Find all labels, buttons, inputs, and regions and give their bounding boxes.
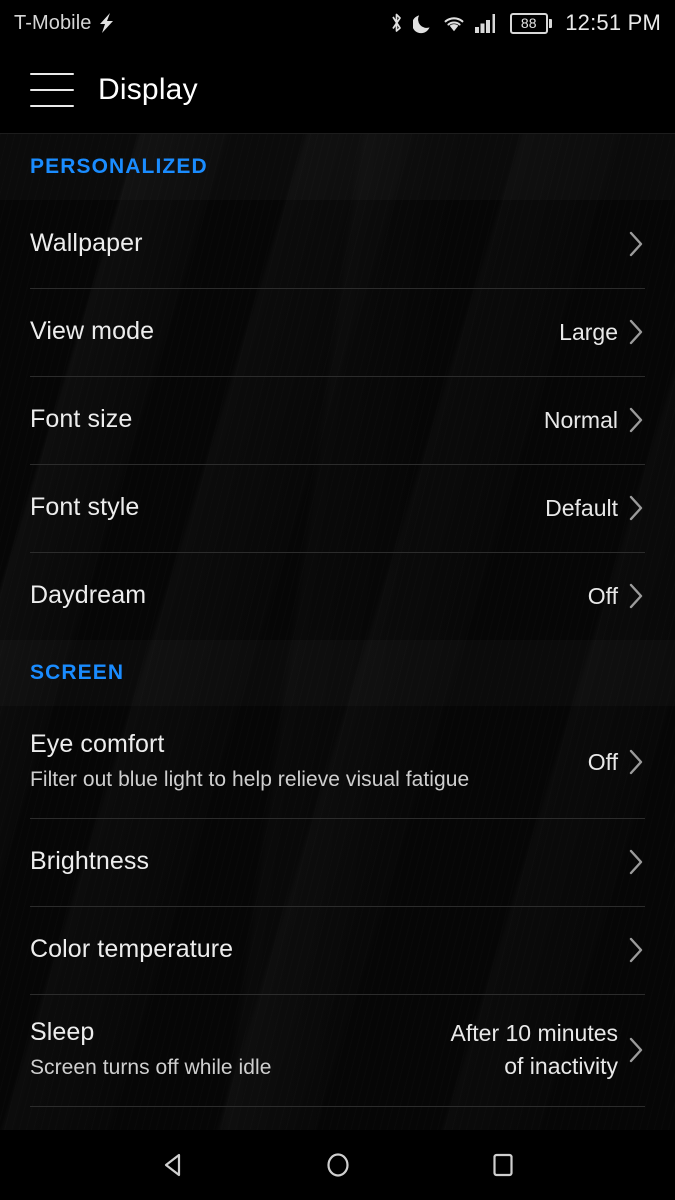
phone-screen: T-Mobile 88 12:51 PM Display PERSONALIZE… — [0, 0, 675, 1200]
row-value: Off — [587, 582, 618, 609]
setting-row-brightness[interactable]: Brightness — [0, 818, 675, 906]
list-end-divider — [30, 1106, 645, 1107]
chevron-right-icon — [628, 317, 645, 347]
row-title: Brightness — [30, 847, 150, 876]
bluetooth-icon — [389, 12, 404, 34]
setting-row-sleep[interactable]: Sleep Screen turns off while idle After … — [0, 994, 675, 1106]
row-title: Font size — [30, 405, 133, 434]
page-title: Display — [98, 72, 198, 106]
carrier-label: T-Mobile — [14, 12, 114, 35]
row-value: Large — [559, 318, 618, 345]
setting-row-wallpaper[interactable]: Wallpaper — [0, 200, 675, 288]
row-subtitle: Filter out blue light to help relieve vi… — [30, 768, 470, 792]
chevron-right-icon — [628, 935, 645, 965]
carrier-name: T-Mobile — [14, 11, 92, 34]
row-subtitle: Screen turns off while idle — [30, 1056, 272, 1080]
section-header-screen: SCREEN — [0, 640, 675, 706]
setting-row-font-size[interactable]: Font size Normal — [0, 376, 675, 464]
row-title: View mode — [30, 317, 155, 346]
clock-label: 12:51 PM — [565, 10, 661, 35]
lightning-bolt-icon — [98, 13, 114, 33]
section-list-screen: Eye comfort Filter out blue light to hel… — [0, 706, 675, 1107]
cellular-signal-icon — [474, 13, 501, 34]
section-label: PERSONALIZED — [30, 155, 208, 178]
status-icons: 88 12:51 PM — [389, 10, 661, 36]
row-title: Color temperature — [30, 935, 234, 964]
section-label: SCREEN — [30, 661, 125, 684]
section-list-personalized: Wallpaper View mode Large Font size Norm… — [0, 200, 675, 640]
setting-row-color-temperature[interactable]: Color temperature — [0, 906, 675, 994]
settings-list[interactable]: PERSONALIZED Wallpaper View mode Large F… — [0, 134, 675, 1130]
setting-row-daydream[interactable]: Daydream Off — [0, 552, 675, 640]
chevron-right-icon — [628, 493, 645, 523]
row-title: Eye comfort — [30, 729, 165, 758]
chevron-right-icon — [628, 229, 645, 259]
setting-row-eye-comfort[interactable]: Eye comfort Filter out blue light to hel… — [0, 706, 675, 818]
home-icon[interactable] — [303, 1130, 373, 1200]
chevron-right-icon — [628, 747, 645, 777]
chevron-right-icon — [628, 581, 645, 611]
row-value: Default — [545, 494, 618, 521]
battery-level-label: 88 — [520, 15, 537, 31]
row-title: Sleep — [30, 1017, 95, 1046]
row-value: Normal — [543, 406, 618, 433]
chevron-right-icon — [628, 847, 645, 877]
hamburger-menu-icon[interactable] — [30, 72, 74, 107]
chevron-right-icon — [628, 405, 645, 435]
navigation-bar — [0, 1130, 675, 1200]
row-title: Daydream — [30, 581, 147, 610]
back-icon[interactable] — [138, 1130, 208, 1200]
setting-row-font-style[interactable]: Font style Default — [0, 464, 675, 552]
wifi-icon — [442, 13, 466, 33]
row-title: Wallpaper — [30, 229, 143, 258]
section-header-personalized: PERSONALIZED — [0, 134, 675, 200]
row-value: After 10 minutes of inactivity — [450, 1020, 618, 1079]
chevron-right-icon — [628, 1035, 645, 1065]
setting-row-view-mode[interactable]: View mode Large — [0, 288, 675, 376]
battery-icon: 88 — [509, 12, 553, 34]
app-toolbar: Display — [0, 46, 675, 134]
row-title: Font style — [30, 493, 140, 522]
row-value: Off — [587, 748, 618, 775]
moon-icon — [412, 12, 433, 34]
recents-icon[interactable] — [468, 1130, 538, 1200]
status-bar: T-Mobile 88 12:51 PM — [0, 0, 675, 46]
